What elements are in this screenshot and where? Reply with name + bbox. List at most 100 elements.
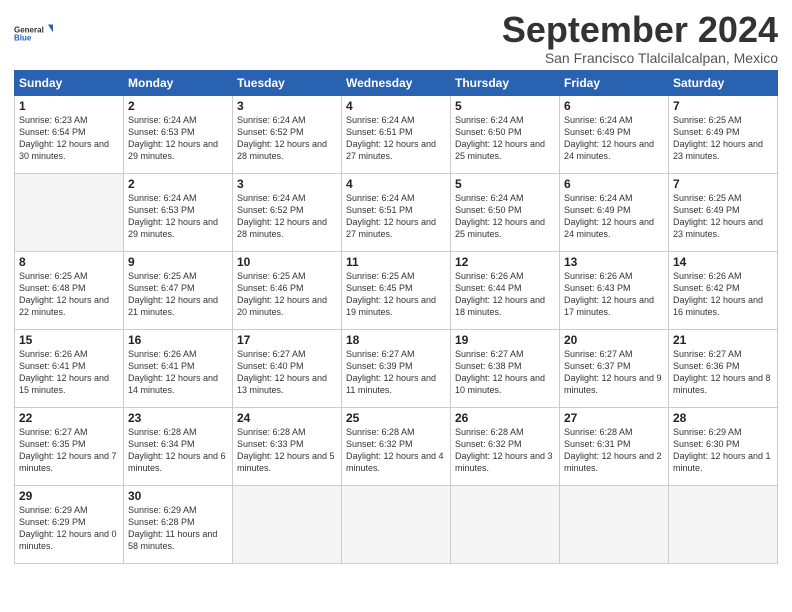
table-row: 23 Sunrise: 6:28 AMSunset: 6:34 PMDaylig… [124, 407, 233, 485]
day-info: Sunrise: 6:25 AMSunset: 6:46 PMDaylight:… [237, 270, 337, 319]
table-row: 9 Sunrise: 6:25 AMSunset: 6:47 PMDayligh… [124, 251, 233, 329]
day-number: 25 [346, 411, 446, 425]
table-row: 16 Sunrise: 6:26 AMSunset: 6:41 PMDaylig… [124, 329, 233, 407]
col-sunday: Sunday [15, 70, 124, 95]
day-info: Sunrise: 6:24 AMSunset: 6:53 PMDaylight:… [128, 114, 228, 163]
day-info: Sunrise: 6:26 AMSunset: 6:43 PMDaylight:… [564, 270, 664, 319]
day-number: 17 [237, 333, 337, 347]
calendar-row: 22 Sunrise: 6:27 AMSunset: 6:35 PMDaylig… [15, 407, 778, 485]
day-number: 21 [673, 333, 773, 347]
day-info: Sunrise: 6:26 AMSunset: 6:41 PMDaylight:… [19, 348, 119, 397]
table-row: 4 Sunrise: 6:24 AMSunset: 6:51 PMDayligh… [342, 173, 451, 251]
day-number: 2 [128, 99, 228, 113]
col-saturday: Saturday [669, 70, 778, 95]
day-info: Sunrise: 6:28 AMSunset: 6:32 PMDaylight:… [346, 426, 446, 475]
day-number: 4 [346, 99, 446, 113]
svg-text:Blue: Blue [14, 34, 32, 43]
day-info: Sunrise: 6:24 AMSunset: 6:51 PMDaylight:… [346, 192, 446, 241]
day-number: 29 [19, 489, 119, 503]
table-row: 21 Sunrise: 6:27 AMSunset: 6:36 PMDaylig… [669, 329, 778, 407]
day-number: 15 [19, 333, 119, 347]
calendar-row: 2 Sunrise: 6:24 AMSunset: 6:53 PMDayligh… [15, 173, 778, 251]
day-number: 24 [237, 411, 337, 425]
day-number: 20 [564, 333, 664, 347]
day-number: 5 [455, 99, 555, 113]
day-info: Sunrise: 6:25 AMSunset: 6:49 PMDaylight:… [673, 114, 773, 163]
day-info: Sunrise: 6:29 AMSunset: 6:28 PMDaylight:… [128, 504, 228, 553]
table-row [342, 485, 451, 563]
table-row [233, 485, 342, 563]
table-row: 1 Sunrise: 6:23 AMSunset: 6:54 PMDayligh… [15, 95, 124, 173]
day-info: Sunrise: 6:25 AMSunset: 6:49 PMDaylight:… [673, 192, 773, 241]
table-row: 7 Sunrise: 6:25 AMSunset: 6:49 PMDayligh… [669, 95, 778, 173]
day-info: Sunrise: 6:28 AMSunset: 6:31 PMDaylight:… [564, 426, 664, 475]
day-number: 5 [455, 177, 555, 191]
calendar-row: 8 Sunrise: 6:25 AMSunset: 6:48 PMDayligh… [15, 251, 778, 329]
table-row: 6 Sunrise: 6:24 AMSunset: 6:49 PMDayligh… [560, 173, 669, 251]
calendar-row: 29 Sunrise: 6:29 AMSunset: 6:29 PMDaylig… [15, 485, 778, 563]
day-number: 7 [673, 99, 773, 113]
day-number: 9 [128, 255, 228, 269]
table-row: 29 Sunrise: 6:29 AMSunset: 6:29 PMDaylig… [15, 485, 124, 563]
page-container: General Blue September 2024 San Francisc… [0, 0, 792, 612]
month-title: September 2024 [502, 10, 778, 50]
table-row: 20 Sunrise: 6:27 AMSunset: 6:37 PMDaylig… [560, 329, 669, 407]
day-info: Sunrise: 6:26 AMSunset: 6:42 PMDaylight:… [673, 270, 773, 319]
day-info: Sunrise: 6:27 AMSunset: 6:39 PMDaylight:… [346, 348, 446, 397]
header: General Blue September 2024 San Francisc… [14, 10, 778, 66]
table-row: 24 Sunrise: 6:28 AMSunset: 6:33 PMDaylig… [233, 407, 342, 485]
table-row: 7 Sunrise: 6:25 AMSunset: 6:49 PMDayligh… [669, 173, 778, 251]
table-row: 8 Sunrise: 6:25 AMSunset: 6:48 PMDayligh… [15, 251, 124, 329]
day-number: 1 [19, 99, 119, 113]
day-info: Sunrise: 6:29 AMSunset: 6:30 PMDaylight:… [673, 426, 773, 475]
table-row: 25 Sunrise: 6:28 AMSunset: 6:32 PMDaylig… [342, 407, 451, 485]
day-number: 19 [455, 333, 555, 347]
table-row: 3 Sunrise: 6:24 AMSunset: 6:52 PMDayligh… [233, 173, 342, 251]
day-info: Sunrise: 6:25 AMSunset: 6:47 PMDaylight:… [128, 270, 228, 319]
table-row: 14 Sunrise: 6:26 AMSunset: 6:42 PMDaylig… [669, 251, 778, 329]
day-number: 10 [237, 255, 337, 269]
table-row: 22 Sunrise: 6:27 AMSunset: 6:35 PMDaylig… [15, 407, 124, 485]
day-info: Sunrise: 6:24 AMSunset: 6:53 PMDaylight:… [128, 192, 228, 241]
table-row: 17 Sunrise: 6:27 AMSunset: 6:40 PMDaylig… [233, 329, 342, 407]
table-row: 12 Sunrise: 6:26 AMSunset: 6:44 PMDaylig… [451, 251, 560, 329]
table-row: 5 Sunrise: 6:24 AMSunset: 6:50 PMDayligh… [451, 95, 560, 173]
day-info: Sunrise: 6:26 AMSunset: 6:44 PMDaylight:… [455, 270, 555, 319]
table-row: 15 Sunrise: 6:26 AMSunset: 6:41 PMDaylig… [15, 329, 124, 407]
table-row: 2 Sunrise: 6:24 AMSunset: 6:53 PMDayligh… [124, 173, 233, 251]
day-number: 12 [455, 255, 555, 269]
day-number: 22 [19, 411, 119, 425]
logo-svg: General Blue [14, 14, 54, 52]
day-info: Sunrise: 6:27 AMSunset: 6:36 PMDaylight:… [673, 348, 773, 397]
day-number: 28 [673, 411, 773, 425]
day-number: 30 [128, 489, 228, 503]
day-info: Sunrise: 6:27 AMSunset: 6:38 PMDaylight:… [455, 348, 555, 397]
table-row: 5 Sunrise: 6:24 AMSunset: 6:50 PMDayligh… [451, 173, 560, 251]
day-info: Sunrise: 6:23 AMSunset: 6:54 PMDaylight:… [19, 114, 119, 163]
table-row: 27 Sunrise: 6:28 AMSunset: 6:31 PMDaylig… [560, 407, 669, 485]
day-info: Sunrise: 6:24 AMSunset: 6:50 PMDaylight:… [455, 192, 555, 241]
day-info: Sunrise: 6:24 AMSunset: 6:50 PMDaylight:… [455, 114, 555, 163]
table-row: 30 Sunrise: 6:29 AMSunset: 6:28 PMDaylig… [124, 485, 233, 563]
day-number: 14 [673, 255, 773, 269]
table-row: 10 Sunrise: 6:25 AMSunset: 6:46 PMDaylig… [233, 251, 342, 329]
col-friday: Friday [560, 70, 669, 95]
day-number: 27 [564, 411, 664, 425]
day-info: Sunrise: 6:29 AMSunset: 6:29 PMDaylight:… [19, 504, 119, 553]
calendar-header-row: Sunday Monday Tuesday Wednesday Thursday… [15, 70, 778, 95]
logo: General Blue [14, 14, 54, 52]
day-info: Sunrise: 6:24 AMSunset: 6:52 PMDaylight:… [237, 114, 337, 163]
col-monday: Monday [124, 70, 233, 95]
day-info: Sunrise: 6:24 AMSunset: 6:52 PMDaylight:… [237, 192, 337, 241]
day-number: 6 [564, 99, 664, 113]
day-number: 13 [564, 255, 664, 269]
location-title: San Francisco Tlalcilalcalpan, Mexico [502, 50, 778, 66]
day-number: 4 [346, 177, 446, 191]
day-number: 3 [237, 177, 337, 191]
title-block: September 2024 San Francisco Tlalcilalca… [502, 10, 778, 66]
day-number: 26 [455, 411, 555, 425]
col-wednesday: Wednesday [342, 70, 451, 95]
day-info: Sunrise: 6:27 AMSunset: 6:37 PMDaylight:… [564, 348, 664, 397]
day-number: 3 [237, 99, 337, 113]
table-row: 2 Sunrise: 6:24 AMSunset: 6:53 PMDayligh… [124, 95, 233, 173]
